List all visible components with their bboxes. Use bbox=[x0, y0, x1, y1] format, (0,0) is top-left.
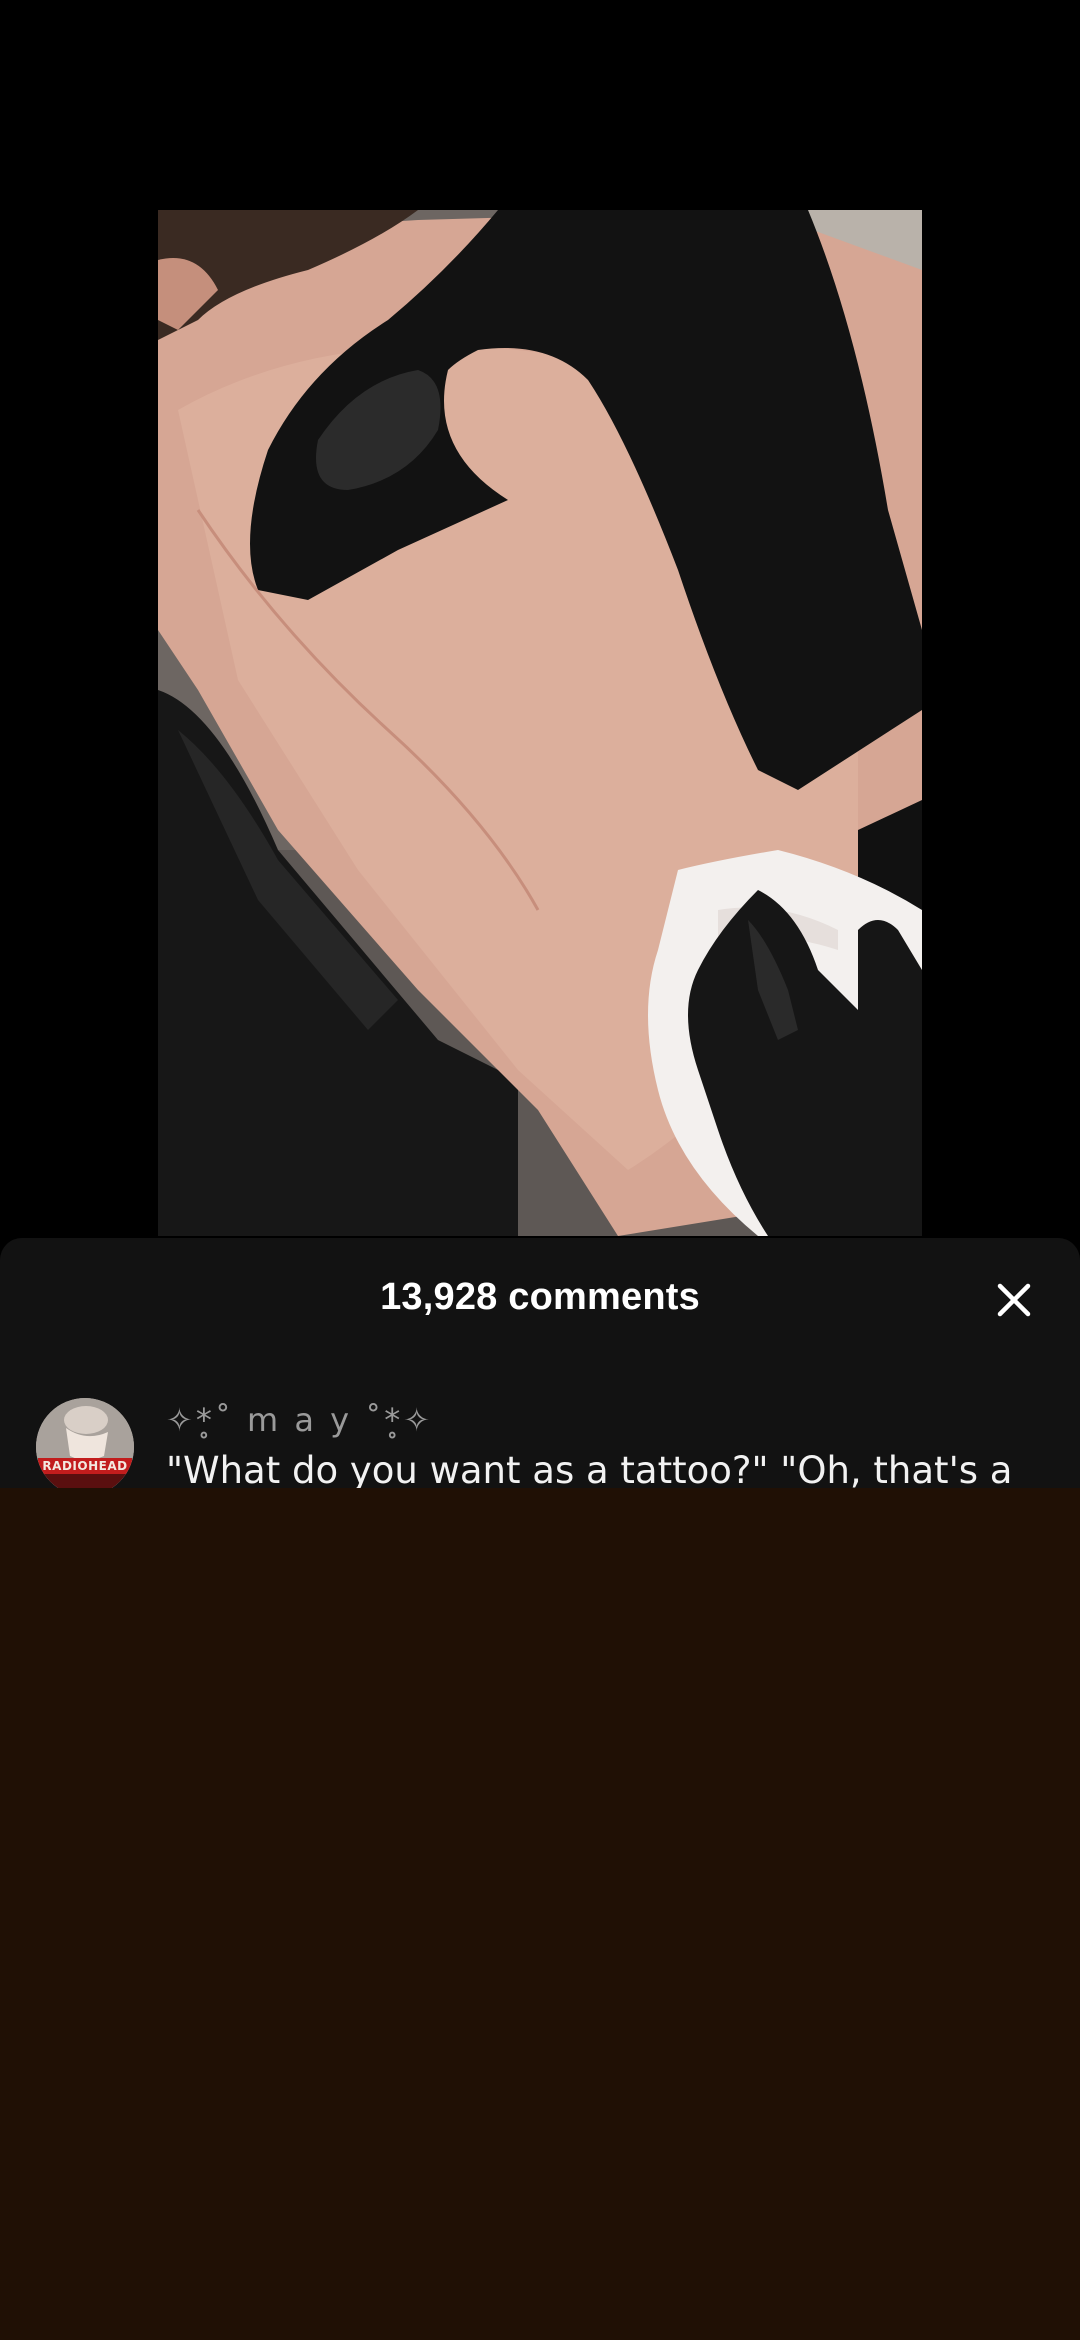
close-button[interactable] bbox=[984, 1270, 1044, 1330]
video-player[interactable] bbox=[0, 0, 1080, 1240]
avatar[interactable]: RADIOHEAD bbox=[36, 1398, 134, 1488]
video-frame-image bbox=[158, 210, 922, 1236]
comment-body: ✧*̥˚ m a y ˚*̥✧ "What do you want as a t… bbox=[166, 1398, 1080, 1488]
close-icon bbox=[997, 1283, 1031, 1317]
comment-username[interactable]: ✧*̥˚ m a y ˚*̥✧ bbox=[166, 1398, 1080, 1442]
comments-count-title: 13,928 comments bbox=[380, 1276, 700, 1318]
avatar-label: RADIOHEAD bbox=[38, 1458, 132, 1474]
comment-text: "What do you want as a tattoo?" "Oh, tha… bbox=[166, 1449, 1013, 1488]
bottom-overlay bbox=[0, 1488, 1080, 2340]
comment-item[interactable]: RADIOHEAD ✧*̥˚ m a y ˚*̥✧ "What do you w… bbox=[36, 1398, 1080, 1488]
comments-sheet: 13,928 comments RADIOHEAD ✧*̥˚ m a y ˚*̥… bbox=[0, 1238, 1080, 1488]
